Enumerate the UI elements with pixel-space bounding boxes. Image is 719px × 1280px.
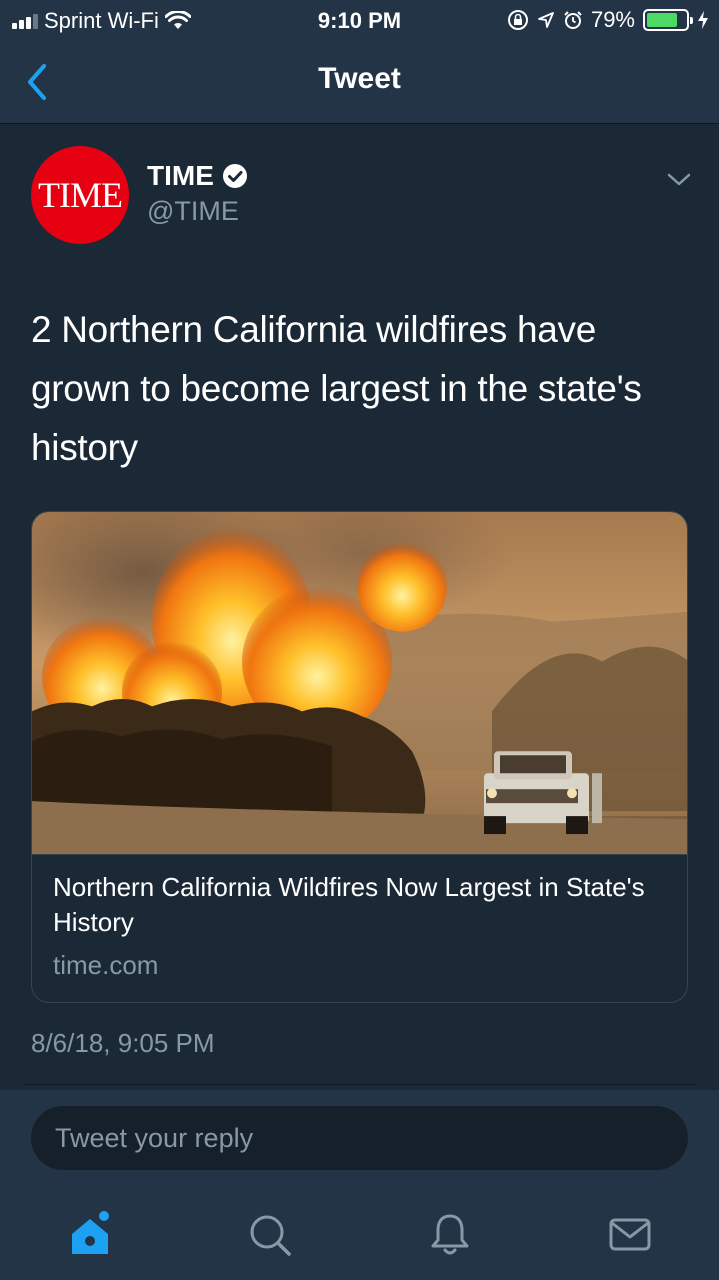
author-name-label: TIME — [147, 160, 214, 191]
location-arrow-icon — [538, 12, 554, 28]
card-title: Northern California Wildfires Now Larges… — [53, 872, 645, 937]
alarm-icon — [564, 11, 582, 29]
rotation-lock-icon — [507, 10, 528, 30]
tweet-timestamp: 8/6/18, 9:05 PM — [31, 1028, 215, 1058]
battery-fill — [647, 13, 678, 27]
status-right: 79% — [507, 7, 709, 33]
wildfire-photo — [32, 512, 687, 855]
verified-badge-icon — [222, 164, 247, 188]
page-title: Tweet — [318, 62, 401, 95]
tab-bar — [0, 1190, 719, 1280]
status-bar: Sprint Wi-Fi 9:10 PM 79% — [0, 0, 719, 40]
divider — [24, 1084, 695, 1085]
avatar-logo-text: TIME — [38, 175, 123, 215]
link-card[interactable]: Northern California Wildfires Now Larges… — [31, 511, 688, 1003]
reply-placeholder: Tweet your reply — [55, 1122, 254, 1153]
battery-percent: 79% — [590, 7, 635, 32]
card-domain: time.com — [53, 950, 159, 980]
reply-bar: Tweet your reply — [0, 1090, 719, 1190]
author-handle[interactable]: @TIME — [147, 196, 239, 227]
reply-input[interactable]: Tweet your reply — [31, 1106, 688, 1170]
tweet-menu-button[interactable] — [665, 168, 693, 190]
tab-search[interactable] — [246, 1210, 294, 1258]
tab-messages[interactable] — [606, 1210, 654, 1258]
bell-icon — [431, 1214, 469, 1255]
tab-home[interactable] — [66, 1210, 114, 1258]
avatar[interactable]: TIME — [31, 146, 129, 244]
home-icon — [72, 1211, 109, 1254]
tweet-text: 2 Northern California wildfires have gro… — [31, 309, 642, 468]
chevron-down-icon — [667, 173, 691, 186]
author-name[interactable]: TIME — [147, 160, 248, 192]
search-icon — [250, 1215, 291, 1256]
nav-bar: Tweet — [0, 40, 719, 124]
mail-icon — [609, 1218, 651, 1251]
charging-bolt-icon — [698, 11, 708, 29]
battery-icon — [643, 9, 693, 31]
tab-notifications[interactable] — [426, 1210, 474, 1258]
